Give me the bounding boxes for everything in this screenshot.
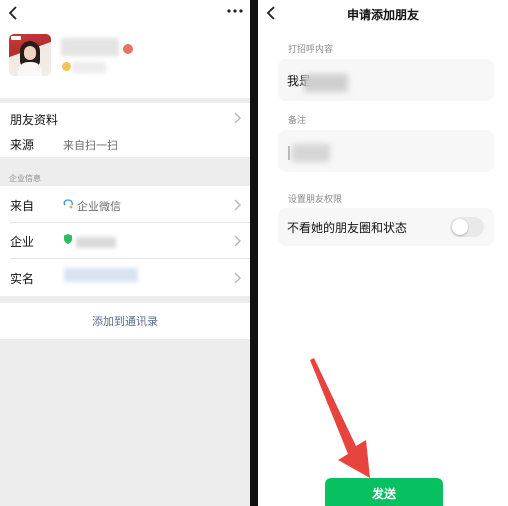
from-label: 来自 [10,199,35,213]
send-button[interactable]: 发送 [325,478,443,506]
more-icon[interactable] [226,4,244,18]
add-to-contacts-button[interactable]: 添加到通讯录 [0,303,250,339]
hide-moments-label: 不看她的朋友圈和状态 [287,221,408,235]
red-arrow-annotation [310,358,370,478]
add-to-contacts-label: 添加到通讯录 [92,315,158,328]
hide-moments-toggle[interactable] [450,217,484,237]
avatar[interactable] [9,34,51,76]
realname-label: 实名 [10,272,35,286]
from-row[interactable]: 来自 企业微信 [0,186,250,222]
gender-icon [123,44,133,54]
source-label: 来源 [10,138,35,152]
realname-redacted [64,268,138,282]
greeting-label: 打招呼内容 [288,45,334,55]
send-label: 发送 [371,487,396,501]
section-title: 企业信息 [9,174,41,183]
friend-info-group: 朋友资料 来源 来自扫一扫 [0,103,250,157]
chevron-right-icon [234,272,241,284]
contact-name-redacted [61,38,119,56]
source-value: 来自扫一扫 [63,139,118,152]
remark-label: 备注 [288,116,307,126]
contact-profile-screen: 朋友资料 来源 来自扫一扫 企业信息 来自 企业微信 企业 实名 添加到通讯录 [0,0,250,506]
text-cursor [288,146,290,160]
chevron-right-icon [234,112,241,124]
remark-redacted [292,144,330,162]
company-label: 企业 [10,235,35,249]
chevron-right-icon [234,235,241,247]
permission-label: 设置朋友权限 [288,195,343,205]
tag-icon [62,62,71,71]
verified-shield-icon [64,234,72,244]
avatar-logo [11,36,21,40]
friend-info-row[interactable]: 朋友资料 [0,103,250,129]
toggle-knob [452,219,468,235]
from-value: 企业微信 [77,200,121,213]
back-icon[interactable] [6,4,22,22]
chevron-right-icon [234,199,241,211]
page-title: 申请添加朋友 [346,8,419,22]
company-row[interactable]: 企业 [0,223,250,258]
wecom-icon [63,199,73,209]
company-name-redacted [76,237,116,248]
add-friend-screen: 申请添加朋友 打招呼内容 我是 备注 设置朋友权限 不看她的朋友圈和状态 [258,0,508,506]
contact-id-redacted [72,62,106,73]
friend-info-label: 朋友资料 [10,113,59,127]
profile-header [0,0,250,98]
greeting-redacted [304,74,348,92]
